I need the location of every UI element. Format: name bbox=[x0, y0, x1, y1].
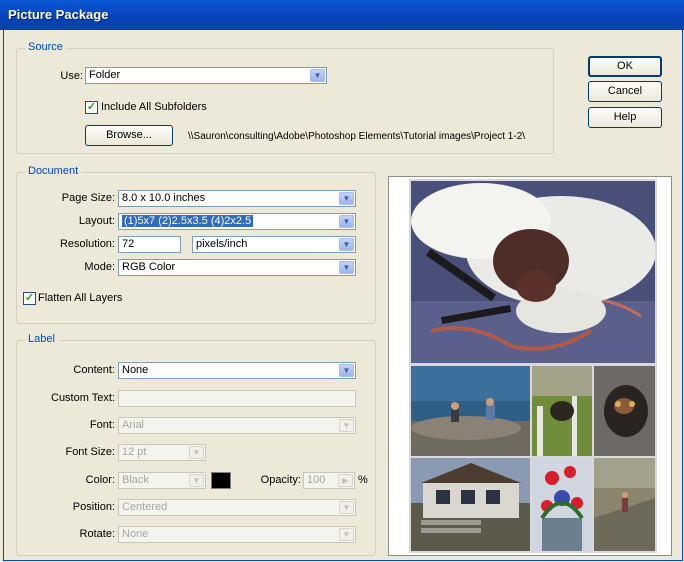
photo-beach bbox=[411, 366, 530, 456]
position-select[interactable]: Centered ▼ bbox=[118, 499, 356, 516]
dialog-body: OK Cancel Help Source Use: Folder ▼ ✓ In… bbox=[3, 30, 683, 561]
chevron-down-icon: ▼ bbox=[339, 364, 354, 377]
page-size-select[interactable]: 8.0 x 10.0 inches ▼ bbox=[118, 190, 356, 207]
opacity-label: Opacity: bbox=[260, 474, 301, 486]
document-group: Document Page Size: 8.0 x 10.0 inches ▼ … bbox=[16, 165, 376, 324]
opacity-input[interactable]: 100 ▶ bbox=[303, 472, 355, 489]
custom-text-input[interactable] bbox=[118, 390, 356, 407]
position-value: Centered bbox=[122, 501, 168, 513]
flatten-layers-checkbox[interactable]: ✓ bbox=[23, 292, 36, 305]
chevron-down-icon: ▼ bbox=[310, 69, 325, 82]
photo-house bbox=[411, 458, 530, 551]
page-size-label: Page Size: bbox=[61, 192, 115, 204]
rotate-value: None bbox=[122, 528, 149, 540]
label-legend: Label bbox=[25, 333, 58, 345]
resolution-value: 72 bbox=[122, 238, 135, 250]
use-value: Folder bbox=[89, 69, 121, 81]
use-label: Use: bbox=[60, 70, 83, 82]
ok-button[interactable]: OK bbox=[588, 56, 662, 77]
color-label: Color: bbox=[85, 474, 115, 486]
include-subfolders-checkbox[interactable]: ✓ bbox=[85, 101, 98, 114]
resolution-unit-value: pixels/inch bbox=[196, 238, 248, 250]
chevron-down-icon: ▼ bbox=[339, 261, 354, 274]
preview-page bbox=[409, 179, 657, 553]
content-select[interactable]: None ▼ bbox=[118, 362, 356, 379]
content-value: None bbox=[122, 364, 149, 376]
source-group: Source Use: Folder ▼ ✓ Include All Subfo… bbox=[16, 41, 554, 154]
chevron-down-icon: ▼ bbox=[339, 192, 354, 205]
font-select[interactable]: Arial ▼ bbox=[118, 417, 356, 434]
chevron-down-icon: ▼ bbox=[189, 474, 204, 487]
font-size-value: 12 pt bbox=[122, 446, 147, 458]
chevron-down-icon: ▼ bbox=[339, 501, 354, 514]
rotate-select[interactable]: None ▼ bbox=[118, 526, 356, 543]
label-group: Label Content: None ▼ Custom Text: Font:… bbox=[16, 333, 376, 556]
help-button[interactable]: Help bbox=[588, 107, 662, 128]
photo-trail bbox=[594, 458, 655, 551]
document-legend: Document bbox=[25, 165, 82, 177]
color-select[interactable]: Black ▼ bbox=[118, 472, 206, 489]
photo-dog-large bbox=[411, 181, 655, 363]
use-select[interactable]: Folder ▼ bbox=[85, 67, 327, 84]
chevron-down-icon: ▼ bbox=[339, 419, 354, 432]
layout-value: (1)5x7 (2)2.5x3.5 (4)2x2.5 bbox=[122, 215, 254, 227]
rotate-label: Rotate: bbox=[79, 528, 115, 540]
include-subfolders-label: Include All Subfolders bbox=[101, 101, 207, 113]
mode-label: Mode: bbox=[84, 261, 115, 273]
source-path: \\Sauron\consulting\Adobe\Photoshop Elem… bbox=[188, 131, 526, 142]
content-label: Content: bbox=[73, 364, 115, 376]
opacity-unit: % bbox=[358, 474, 368, 486]
chevron-down-icon: ▼ bbox=[189, 446, 204, 459]
resolution-label: Resolution: bbox=[59, 238, 115, 250]
layout-label: Layout: bbox=[78, 215, 115, 227]
layout-select[interactable]: (1)5x7 (2)2.5x3.5 (4)2x2.5 ▼ bbox=[118, 213, 356, 230]
custom-text-label: Custom Text: bbox=[51, 392, 115, 404]
resolution-input[interactable]: 72 bbox=[118, 236, 181, 253]
cancel-button[interactable]: Cancel bbox=[588, 81, 662, 102]
color-swatch[interactable] bbox=[211, 472, 231, 489]
chevron-down-icon: ▼ bbox=[339, 215, 354, 228]
chevron-down-icon: ▼ bbox=[339, 238, 354, 251]
font-value: Arial bbox=[122, 419, 145, 431]
title-bar: Picture Package bbox=[0, 0, 684, 30]
mode-value: RGB Color bbox=[122, 261, 176, 273]
opacity-value: 100 bbox=[307, 474, 326, 486]
package-preview bbox=[388, 176, 672, 556]
photo-cat-yard bbox=[532, 366, 592, 456]
source-legend: Source bbox=[25, 41, 66, 53]
photo-flowers bbox=[532, 458, 592, 551]
browse-button[interactable]: Browse... bbox=[85, 125, 173, 146]
font-size-label: Font Size: bbox=[65, 446, 115, 458]
resolution-unit-select[interactable]: pixels/inch ▼ bbox=[192, 236, 356, 253]
flatten-layers-label: Flatten All Layers bbox=[38, 292, 123, 304]
font-label: Font: bbox=[89, 419, 115, 431]
chevron-down-icon: ▼ bbox=[339, 528, 354, 541]
mode-select[interactable]: RGB Color ▼ bbox=[118, 259, 356, 276]
page-size-value: 8.0 x 10.0 inches bbox=[122, 192, 206, 204]
photo-cat bbox=[594, 366, 655, 456]
chevron-right-icon: ▶ bbox=[338, 474, 353, 487]
font-size-select[interactable]: 12 pt ▼ bbox=[118, 444, 206, 461]
position-label: Position: bbox=[72, 501, 115, 513]
window-title: Picture Package bbox=[8, 7, 109, 22]
color-value: Black bbox=[122, 474, 149, 486]
